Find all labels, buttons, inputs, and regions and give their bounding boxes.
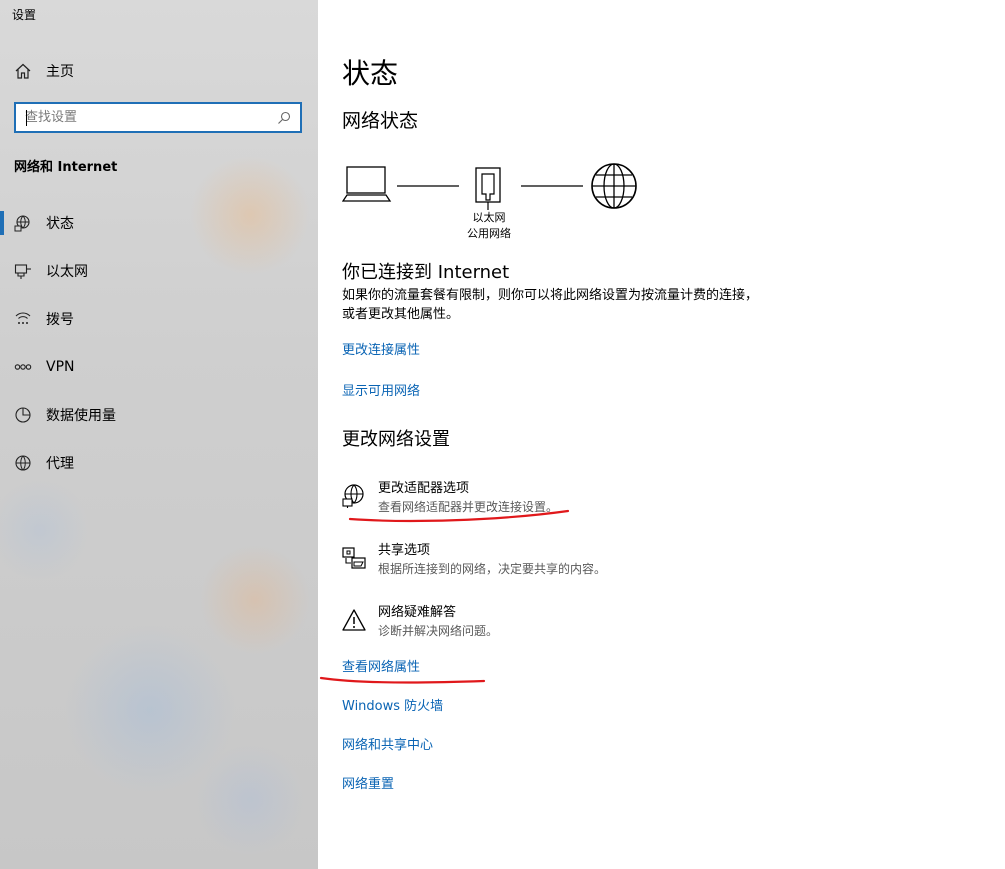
sidebar-item-label: 数据使用量 bbox=[46, 408, 116, 424]
show-available-networks-link[interactable]: 显示可用网络 bbox=[342, 380, 420, 399]
ethernet-adapter-icon bbox=[475, 167, 501, 210]
sidebar-item-label: 代理 bbox=[46, 456, 74, 472]
network-troubleshooter[interactable]: 网络疑难解答 诊断并解决网络问题。 bbox=[342, 604, 498, 640]
globe-icon bbox=[591, 163, 637, 209]
network-sharing-center-link[interactable]: 网络和共享中心 bbox=[342, 734, 433, 753]
troubleshooter-desc: 诊断并解决网络问题。 bbox=[378, 624, 499, 638]
sidebar-item-ethernet[interactable]: 以太网 bbox=[0, 247, 318, 295]
ethernet-icon bbox=[14, 262, 32, 280]
proxy-globe-icon bbox=[14, 454, 32, 472]
sidebar-item-proxy[interactable]: 代理 bbox=[0, 439, 318, 487]
sidebar-item-status[interactable]: 状态 bbox=[0, 199, 318, 247]
vpn-icon bbox=[14, 358, 32, 376]
adapter-options-desc: 查看网络适配器并更改连接设置。 bbox=[378, 500, 559, 514]
connected-description: 如果你的流量套餐有限制，则你可以将此网络设置为按流量计费的连接，或者更改其他属性… bbox=[342, 288, 759, 322]
sharing-icon bbox=[342, 546, 366, 570]
network-status-icon bbox=[14, 214, 32, 232]
sharing-options[interactable]: 共享选项 根据所连接到的网络，决定要共享的内容。 bbox=[342, 542, 606, 578]
app-title: 设置 bbox=[12, 8, 37, 22]
change-connection-properties-link[interactable]: 更改连接属性 bbox=[342, 339, 420, 358]
sidebar-item-label: VPN bbox=[46, 359, 75, 375]
sharing-options-desc: 根据所连接到的网络，决定要共享的内容。 bbox=[378, 562, 607, 576]
change-settings-title: 更改网络设置 bbox=[342, 429, 450, 450]
adapter-icon bbox=[342, 484, 366, 508]
search-input[interactable] bbox=[16, 104, 276, 131]
home-icon bbox=[14, 62, 32, 80]
sharing-options-label: 共享选项 bbox=[378, 543, 431, 558]
home-label: 主页 bbox=[46, 64, 74, 80]
sidebar-item-data-usage[interactable]: 数据使用量 bbox=[0, 391, 318, 439]
adapter-options-label: 更改适配器选项 bbox=[378, 481, 470, 496]
main-content: 状态 网络状态 以太网 公用网络 你已连接到 Internet 如果你的流量套餐… bbox=[342, 0, 982, 869]
text-caret bbox=[26, 110, 27, 126]
sidebar-item-label: 拨号 bbox=[46, 312, 74, 328]
adapter-options[interactable]: 更改适配器选项 查看网络适配器并更改连接设置。 bbox=[342, 480, 558, 516]
network-type: 公用网络 bbox=[467, 227, 511, 240]
windows-firewall-link[interactable]: Windows 防火墙 bbox=[342, 695, 443, 714]
page-title: 状态 bbox=[342, 57, 399, 90]
data-usage-icon bbox=[14, 406, 32, 424]
sidebar-item-label: 以太网 bbox=[46, 264, 88, 280]
laptop-icon bbox=[342, 166, 392, 202]
dialup-icon bbox=[14, 310, 32, 328]
view-network-properties-link[interactable]: 查看网络属性 bbox=[342, 656, 420, 675]
connected-title: 你已连接到 Internet bbox=[342, 262, 510, 283]
sidebar-item-dialup[interactable]: 拨号 bbox=[0, 295, 318, 343]
sidebar-item-vpn[interactable]: VPN bbox=[0, 343, 318, 391]
diagram-label: 以太网 公用网络 bbox=[452, 210, 526, 242]
network-status-title: 网络状态 bbox=[342, 110, 419, 132]
home-nav-item[interactable]: 主页 bbox=[14, 60, 74, 82]
adapter-name: 以太网 bbox=[472, 211, 506, 224]
warning-icon bbox=[342, 608, 366, 632]
troubleshooter-label: 网络疑难解答 bbox=[378, 605, 457, 620]
search-icon[interactable] bbox=[276, 110, 292, 126]
search-box[interactable] bbox=[14, 102, 302, 133]
network-reset-link[interactable]: 网络重置 bbox=[342, 773, 394, 792]
section-title: 网络和 Internet bbox=[14, 160, 118, 175]
sidebar-item-label: 状态 bbox=[46, 216, 74, 232]
nav-list: 状态 以太网 拨号 VPN 数据使用量 代理 bbox=[0, 199, 318, 487]
sidebar: 设置 主页 网络和 Internet 状态 以太网 bbox=[0, 0, 318, 869]
